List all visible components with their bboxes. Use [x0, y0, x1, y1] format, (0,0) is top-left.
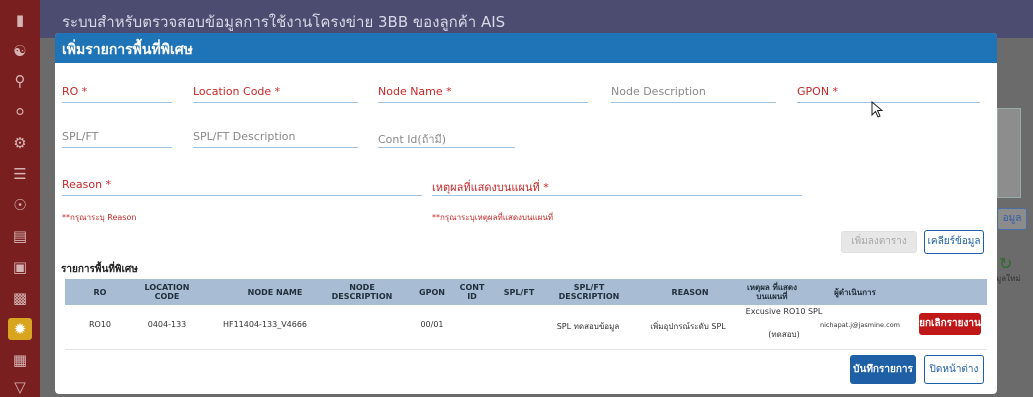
- node-description-label: Node Description: [611, 85, 706, 98]
- col-header-spl-ft: SPL/FT: [503, 287, 535, 297]
- col-header-gpon: GPON: [419, 287, 445, 297]
- report-icon[interactable]: ▤: [8, 225, 32, 247]
- user-search-icon[interactable]: ⚪: [8, 101, 32, 123]
- background-panel: [997, 108, 1021, 198]
- clear-data-button[interactable]: เคลียร์ข้อมูล: [924, 230, 984, 254]
- col-header-node-name: NODE NAME: [247, 287, 303, 297]
- megaphone-icon[interactable]: ▮: [8, 9, 32, 31]
- col-header-node-description: NODE DESCRIPTION: [331, 283, 393, 301]
- col-header-reason: REASON: [671, 287, 709, 297]
- location-code-label: Location Code *: [193, 85, 281, 98]
- cell-node-name: HF11404-133_V4666: [222, 320, 308, 329]
- ro-field[interactable]: RO *: [62, 85, 172, 103]
- location-code-field[interactable]: Location Code *: [193, 85, 358, 103]
- col-header-spl-ft-description: SPL/FT DESCRIPTION: [558, 283, 620, 301]
- col-header-operator: ผู้ดำเนินการ: [834, 287, 876, 297]
- gpon-field[interactable]: GPON *: [797, 85, 980, 103]
- background-text: มูลใหม่: [996, 274, 1021, 283]
- mouse-cursor-icon: [871, 101, 884, 118]
- chevron-down-icon[interactable]: ▽: [8, 376, 32, 397]
- add-to-table-button[interactable]: เพิ่มลงตาราง: [841, 231, 917, 253]
- modal-title: เพิ่มรายการพื้นที่พิเศษ: [62, 42, 193, 58]
- sidebar: ▮ ☯ ⚲ ⚪ ⚙ ☰ ☉ ▤ ▣ ▩ ✹ ▦ ▽: [0, 0, 40, 397]
- col-header-location-code: LOCATION CODE: [144, 283, 190, 301]
- close-window-button[interactable]: ปิดหน้าต่าง: [924, 355, 984, 384]
- node-name-label: Node Name *: [378, 85, 452, 98]
- reason-field[interactable]: Reason *: [62, 178, 422, 196]
- background-button: อมูล: [997, 208, 1027, 230]
- search-icon[interactable]: ⚲: [8, 70, 32, 92]
- col-header-ro: RO: [93, 287, 107, 297]
- printer-icon[interactable]: ▩: [8, 287, 32, 309]
- cell-spl-ft-description: SPL ทดสอบข้อมูล: [556, 322, 620, 331]
- node-name-field[interactable]: Node Name *: [378, 85, 588, 103]
- reason-error: **กรุณาระบุ Reason: [62, 213, 137, 222]
- radar-icon[interactable]: ☉: [8, 194, 32, 216]
- map-reason-field[interactable]: เหตุผลที่แสดงบนแผนที่ *: [432, 178, 802, 196]
- user-group-icon[interactable]: ☯: [8, 40, 32, 62]
- cell-map-reason-line2: (ทดสอบ): [768, 330, 800, 339]
- table-header: RO LOCATION CODE NODE NAME NODE DESCRIPT…: [65, 279, 987, 305]
- ro-label: RO *: [62, 85, 88, 98]
- document-list-icon[interactable]: ▦: [8, 349, 32, 371]
- spl-ft-description-field[interactable]: SPL/FT Description: [193, 130, 358, 148]
- cell-reason: เพิ่มอุปกรณ์ระดับ SPL: [650, 322, 726, 331]
- special-area-icon[interactable]: ✹: [8, 318, 32, 340]
- spl-ft-description-label: SPL/FT Description: [193, 130, 296, 143]
- cont-id-label: Cont Id(ถ้ามี): [378, 133, 447, 146]
- map-reason-error: **กรุณาระบุเหตุผลที่แสดงบนแผนที่: [432, 213, 554, 222]
- cell-gpon: 00/01: [420, 320, 444, 329]
- col-header-map-reason: เหตุผล ที่แสดงบนแผนที่: [747, 283, 797, 301]
- app-title: ระบบสำหรับตรวจสอบข้อมูลการใช้งานโครงข่าย…: [62, 13, 506, 31]
- printer-report-icon[interactable]: ▣: [8, 256, 32, 278]
- cell-map-reason-line1: Excusive RO10 SPL: [745, 307, 823, 316]
- map-reason-label: เหตุผลที่แสดงบนแผนที่ *: [432, 181, 549, 194]
- cancel-report-button[interactable]: ยกเลิกรายงาน: [919, 313, 981, 335]
- cont-id-field[interactable]: Cont Id(ถ้ามี): [378, 130, 515, 148]
- refresh-icon: ↻: [999, 254, 1013, 273]
- table-title: รายการพื้นที่พิเศษ: [61, 264, 138, 275]
- col-header-cont-id: CONT ID: [459, 283, 485, 301]
- cell-location-code: 0404-133: [147, 320, 187, 329]
- document-gear-icon[interactable]: ☰: [8, 163, 32, 185]
- cell-operator: nichapat.j@jasmine.com: [819, 321, 900, 329]
- add-special-area-modal: เพิ่มรายการพื้นที่พิเศษ RO * Location Co…: [55, 33, 997, 394]
- modal-header: เพิ่มรายการพื้นที่พิเศษ: [55, 33, 997, 63]
- reason-label: Reason *: [62, 178, 112, 191]
- gpon-label: GPON *: [797, 85, 839, 98]
- chat-settings-icon[interactable]: ⚙: [8, 132, 32, 154]
- save-list-button[interactable]: บันทึกรายการ: [850, 355, 916, 384]
- cell-ro: RO10: [88, 320, 112, 329]
- node-description-field[interactable]: Node Description: [611, 85, 776, 103]
- spl-ft-field[interactable]: SPL/FT: [62, 130, 172, 148]
- table-divider: [65, 349, 987, 350]
- spl-ft-label: SPL/FT: [62, 130, 99, 143]
